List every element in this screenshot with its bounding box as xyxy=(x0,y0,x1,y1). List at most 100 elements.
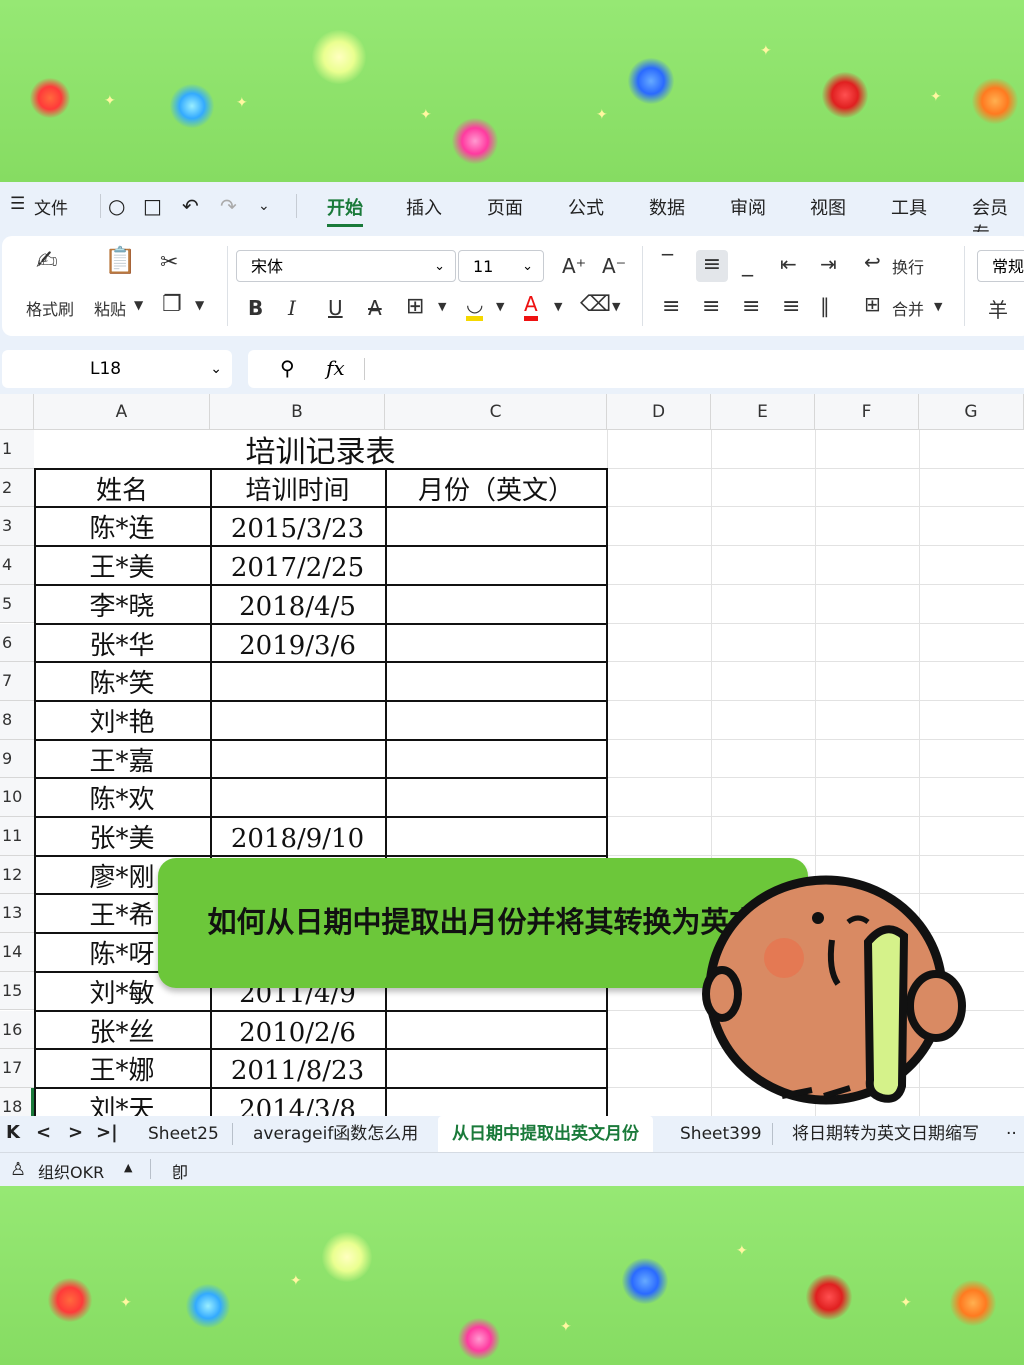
name-cell[interactable]: 刘*天 xyxy=(34,1088,210,1116)
row-header-8[interactable]: 8 xyxy=(0,700,34,740)
name-cell[interactable]: 陈*笑 xyxy=(34,662,210,701)
date-cell[interactable] xyxy=(210,662,385,701)
date-cell[interactable]: 2019/3/6 xyxy=(210,624,385,663)
increase-indent-icon[interactable]: ⇥ xyxy=(820,252,837,276)
month-cell[interactable] xyxy=(385,585,607,624)
border-icon[interactable]: ⊞ xyxy=(406,294,424,319)
eraser-icon[interactable]: ⌫ xyxy=(580,292,611,317)
status-icon[interactable]: 卽 xyxy=(172,1159,188,1183)
align-left-icon[interactable]: ≡ xyxy=(662,294,680,319)
tab-insert[interactable]: 插入 xyxy=(406,194,442,220)
currency-button[interactable]: 羊 xyxy=(988,294,1008,323)
row-header-9[interactable]: 9 xyxy=(0,739,34,779)
sheet-tab[interactable]: averageif函数怎么用 xyxy=(253,1116,418,1152)
font-size-select[interactable]: 11 ⌄ xyxy=(458,250,544,282)
chevron-down-icon[interactable]: ▼ xyxy=(612,300,620,313)
file-menu[interactable]: 文件 xyxy=(34,194,68,219)
font-color-icon[interactable]: A xyxy=(524,292,538,321)
tab-tools[interactable]: 工具 xyxy=(891,194,927,220)
tab-page[interactable]: 页面 xyxy=(487,194,523,220)
month-cell[interactable] xyxy=(385,701,607,740)
name-cell[interactable]: 王*嘉 xyxy=(34,740,210,779)
column-header-c[interactable]: C xyxy=(385,394,607,430)
name-cell[interactable]: 王*娜 xyxy=(34,1049,210,1088)
row-header-17[interactable]: 17 xyxy=(0,1049,34,1088)
row-header-11[interactable]: 11 xyxy=(0,817,34,856)
tab-home[interactable]: 开始 xyxy=(327,194,363,227)
date-cell[interactable]: 2015/3/23 xyxy=(210,507,385,546)
tab-review[interactable]: 审阅 xyxy=(730,194,766,220)
chevron-down-icon[interactable]: ▼ xyxy=(496,300,504,313)
wrap-text-label[interactable]: 换行 xyxy=(892,254,924,278)
hamburger-icon[interactable]: ☰ xyxy=(10,194,25,214)
chevron-down-icon[interactable]: ▼ xyxy=(134,298,143,312)
first-sheet-button[interactable]: K xyxy=(6,1122,20,1143)
tab-formula[interactable]: 公式 xyxy=(568,194,604,220)
print-preview-icon[interactable]: □ xyxy=(143,194,162,218)
tab-data[interactable]: 数据 xyxy=(649,194,685,220)
name-cell[interactable]: 张*丝 xyxy=(34,1011,210,1050)
name-cell[interactable]: 陈*欢 xyxy=(34,778,210,817)
undo-icon[interactable]: ↶ xyxy=(182,194,199,218)
date-cell[interactable] xyxy=(210,701,385,740)
bold-button[interactable]: B xyxy=(248,296,263,320)
month-cell[interactable] xyxy=(385,1011,607,1050)
row-header-16[interactable]: 16 xyxy=(0,1010,34,1050)
merge-icon[interactable]: ⊞ xyxy=(864,292,881,316)
wrap-text-icon[interactable]: ↩ xyxy=(864,250,881,274)
paste-icon[interactable]: 📋 xyxy=(104,246,136,276)
column-header-d[interactable]: D xyxy=(607,394,711,430)
more-sheets-button[interactable]: ·· xyxy=(1006,1116,1017,1152)
month-cell[interactable] xyxy=(385,1049,607,1088)
name-cell[interactable]: 刘*艳 xyxy=(34,701,210,740)
month-cell[interactable] xyxy=(385,662,607,701)
font-name-select[interactable]: 宋体 ⌄ xyxy=(236,250,456,282)
align-top-icon[interactable]: ‾ xyxy=(662,252,673,277)
chevron-down-icon[interactable]: ▼ xyxy=(554,300,562,313)
prev-sheet-button[interactable]: < xyxy=(36,1122,51,1143)
align-right-icon[interactable]: ≡ xyxy=(742,294,760,319)
column-header-a[interactable]: A xyxy=(34,394,210,430)
date-cell[interactable]: 2011/8/23 xyxy=(210,1049,385,1088)
month-cell[interactable] xyxy=(385,817,607,856)
row-header-10[interactable]: 10 xyxy=(0,778,34,817)
date-cell[interactable] xyxy=(210,740,385,779)
format-painter-label[interactable]: 格式刷 xyxy=(26,296,74,320)
month-cell[interactable] xyxy=(385,1088,607,1116)
underline-button[interactable]: U xyxy=(328,296,343,320)
row-header-15[interactable]: 15 xyxy=(0,971,34,1011)
tab-view[interactable]: 视图 xyxy=(810,194,846,220)
decrease-font-icon[interactable]: A⁻ xyxy=(602,254,626,278)
row-header-7[interactable]: 7 xyxy=(0,662,34,701)
chevron-up-icon[interactable]: ▲ xyxy=(124,1161,132,1174)
chevron-down-icon[interactable]: ▼ xyxy=(934,300,942,313)
name-cell[interactable]: 陈*连 xyxy=(34,507,210,546)
row-header-12[interactable]: 12 xyxy=(0,855,34,895)
cut-icon[interactable]: ✂ xyxy=(160,250,178,275)
align-middle-icon[interactable]: ≡ xyxy=(696,250,728,282)
italic-button[interactable]: I xyxy=(288,296,296,320)
increase-font-icon[interactable]: A⁺ xyxy=(562,254,586,278)
decrease-indent-icon[interactable]: ⇤ xyxy=(780,252,797,276)
zoom-icon[interactable]: ⚲ xyxy=(280,356,295,380)
chevron-down-icon[interactable]: ▼ xyxy=(438,300,446,313)
row-header-14[interactable]: 14 xyxy=(0,933,34,972)
distribute-icon[interactable]: ∥ xyxy=(820,294,830,318)
date-cell[interactable]: 2017/2/25 xyxy=(210,546,385,585)
lasso-icon[interactable]: ○ xyxy=(108,194,125,218)
align-bottom-icon[interactable]: _ xyxy=(742,252,753,277)
sheet-tab-active[interactable]: 从日期中提取出英文月份 xyxy=(438,1116,653,1152)
row-header-4[interactable]: 4 xyxy=(0,546,34,585)
paste-label[interactable]: 粘贴 xyxy=(94,296,126,320)
row-header-5[interactable]: 5 xyxy=(0,584,34,624)
date-cell[interactable]: 2018/9/10 xyxy=(210,817,385,856)
sheet-tab[interactable]: Sheet25 xyxy=(148,1116,219,1152)
row-header-18[interactable]: 18 xyxy=(0,1087,34,1116)
name-cell[interactable]: 王*美 xyxy=(34,546,210,585)
formula-input[interactable]: ⚲ fx xyxy=(248,350,1024,388)
name-cell[interactable]: 李*晓 xyxy=(34,585,210,624)
redo-icon[interactable]: ↷ xyxy=(220,194,237,218)
column-header-e[interactable]: E xyxy=(711,394,815,430)
row-header-3[interactable]: 3 xyxy=(0,507,34,547)
row-header-2[interactable]: 2 xyxy=(0,468,34,508)
